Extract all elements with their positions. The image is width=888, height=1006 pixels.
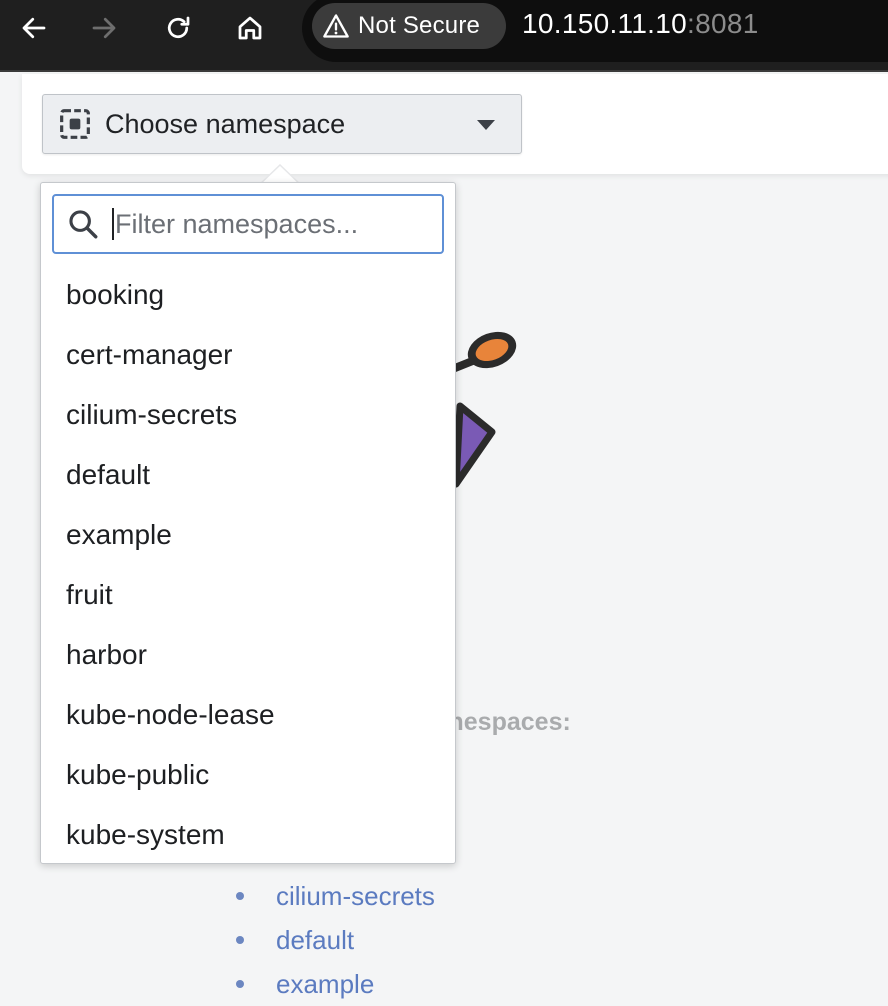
namespace-link-item: cilium-secrets: [236, 874, 435, 918]
forward-icon: [92, 17, 116, 39]
home-button[interactable]: [228, 6, 272, 50]
namespace-option-list: booking cert-manager cilium-secrets defa…: [41, 265, 455, 865]
security-label: Not Secure: [358, 12, 481, 39]
namespace-option[interactable]: cert-manager: [41, 325, 455, 385]
browser-toolbar: Not Secure 10.150.11.10:8081: [0, 0, 888, 72]
namespace-dropdown: booking cert-manager cilium-secrets defa…: [40, 182, 456, 864]
namespace-link-list: cilium-secrets default example: [236, 874, 435, 1006]
namespace-selector[interactable]: Choose namespace: [42, 94, 522, 154]
namespace-option[interactable]: kube-node-lease: [41, 685, 455, 745]
url-text[interactable]: 10.150.11.10:8081: [522, 8, 759, 40]
page-content: Choose namespace me! one of the namespac…: [0, 74, 888, 999]
reload-icon: [167, 16, 190, 39]
back-icon: [22, 17, 46, 39]
forward-button[interactable]: [82, 6, 126, 50]
namespace-link[interactable]: default: [276, 925, 354, 956]
search-icon: [69, 210, 98, 239]
chevron-down-icon: [477, 120, 495, 130]
namespace-option[interactable]: kube-public: [41, 745, 455, 805]
namespace-option[interactable]: harbor: [41, 625, 455, 685]
warning-icon: [323, 14, 349, 38]
namespace-option[interactable]: default: [41, 445, 455, 505]
namespace-option[interactable]: cilium-secrets: [41, 385, 455, 445]
namespace-option[interactable]: example: [41, 505, 455, 565]
bullet-icon: [236, 892, 244, 900]
bullet-icon: [236, 936, 244, 944]
namespace-link-item: default: [236, 918, 435, 962]
namespace-option[interactable]: fruit: [41, 565, 455, 625]
url-host: 10.150.11.10: [522, 8, 688, 39]
namespace-filter-input[interactable]: [115, 208, 435, 240]
namespace-filter[interactable]: [52, 194, 444, 254]
url-port: :8081: [687, 8, 759, 39]
namespace-icon: [60, 109, 90, 139]
back-button[interactable]: [12, 6, 56, 50]
namespace-link-item: example: [236, 962, 435, 1006]
text-cursor: [112, 208, 114, 240]
namespace-link[interactable]: cilium-secrets: [276, 881, 435, 912]
namespace-selector-label: Choose namespace: [105, 108, 346, 139]
namespace-link[interactable]: example: [276, 969, 374, 1000]
bullet-icon: [236, 980, 244, 988]
namespace-option[interactable]: kube-system: [41, 805, 455, 865]
home-icon: [238, 16, 262, 40]
namespace-option[interactable]: booking: [41, 265, 455, 325]
reload-button[interactable]: [156, 6, 200, 50]
security-chip[interactable]: Not Secure: [312, 3, 506, 49]
